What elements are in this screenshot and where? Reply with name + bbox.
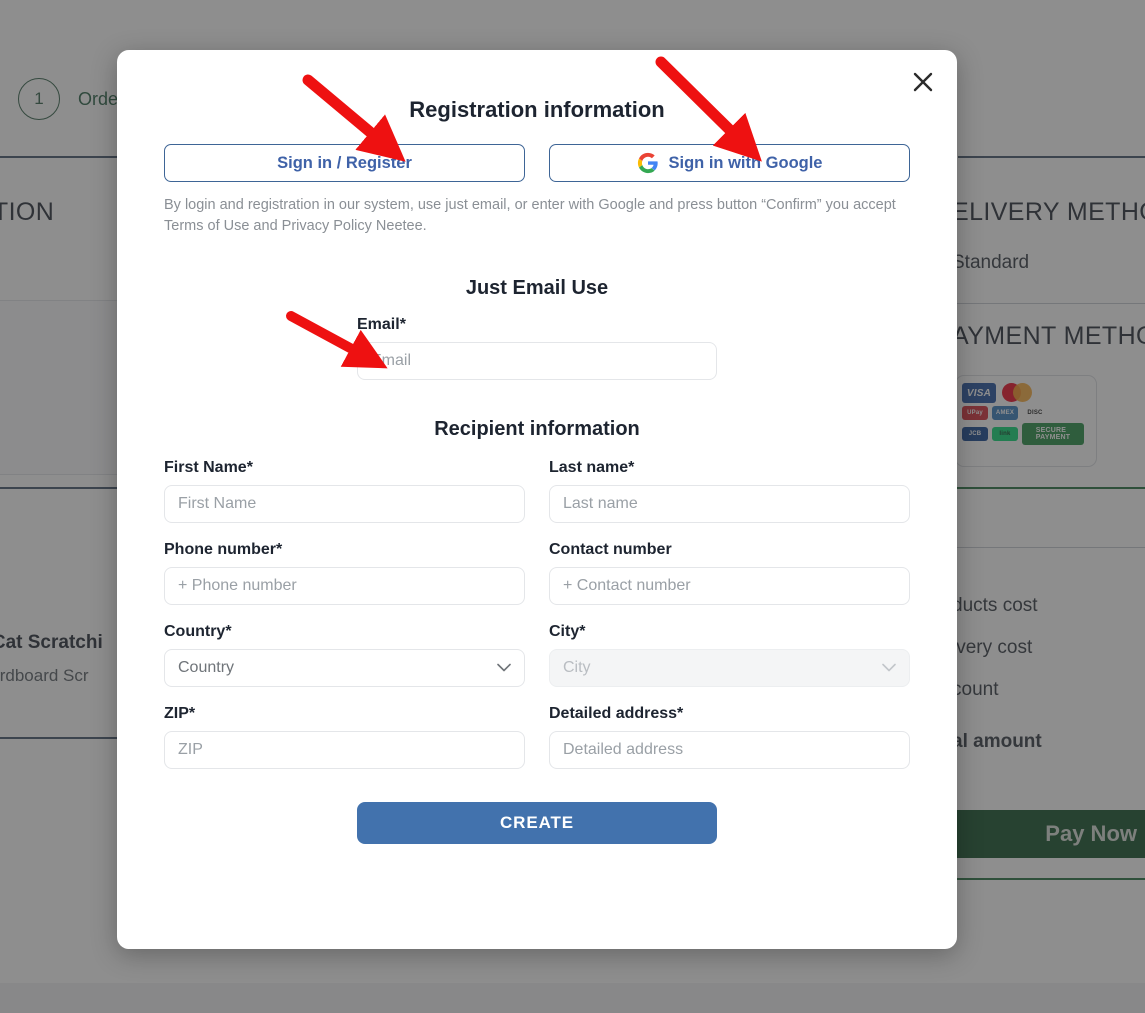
first-name-label: First Name* <box>164 459 253 477</box>
first-name-input[interactable] <box>164 485 525 524</box>
sign-in-register-button[interactable]: Sign in / Register <box>164 144 525 182</box>
last-name-input[interactable] <box>549 485 910 524</box>
detailed-address-input[interactable] <box>549 731 910 770</box>
field-group-first-name: First Name* <box>164 459 525 524</box>
field-group-contact-number: Contact number <box>549 541 910 606</box>
city-select[interactable]: City <box>549 649 910 688</box>
sign-in-with-google-label: Sign in with Google <box>668 153 823 172</box>
country-label: Country* <box>164 623 232 641</box>
field-group-city: City* City <box>549 623 910 688</box>
email-label: Email* <box>357 316 406 334</box>
contact-number-input[interactable] <box>549 567 910 606</box>
create-button[interactable]: CREATE <box>357 802 717 845</box>
recipient-information-title: Recipient information <box>434 418 640 441</box>
phone-number-input[interactable] <box>164 567 525 606</box>
city-select-value: City <box>563 659 591 677</box>
zip-input[interactable] <box>164 731 525 770</box>
sign-in-register-label: Sign in / Register <box>277 153 412 172</box>
phone-number-label: Phone number* <box>164 541 283 559</box>
email-input[interactable] <box>357 342 717 381</box>
field-group-country: Country* Country <box>164 623 525 688</box>
auth-buttons-row: Sign in / Register Sign in with Google <box>117 144 957 182</box>
country-select-value: Country <box>178 659 235 677</box>
modal-title: Registration information <box>409 97 665 122</box>
city-label: City* <box>549 623 586 641</box>
contact-number-label: Contact number <box>549 541 672 559</box>
field-group-detailed-address: Detailed address* <box>549 705 910 770</box>
field-group-last-name: Last name* <box>549 459 910 524</box>
registration-modal: Registration information Sign in / Regis… <box>117 50 957 949</box>
field-group-zip: ZIP* <box>164 705 525 770</box>
just-email-use-title: Just Email Use <box>465 277 609 300</box>
sign-in-with-google-button[interactable]: Sign in with Google <box>549 144 910 182</box>
create-button-row: CREATE <box>117 802 957 845</box>
last-name-label: Last name* <box>549 459 635 477</box>
zip-label: ZIP* <box>164 705 196 723</box>
close-icon[interactable] <box>903 62 943 102</box>
email-field-group: Email* <box>357 316 717 381</box>
country-select[interactable]: Country <box>164 649 525 688</box>
registration-disclaimer: By login and registration in our system,… <box>164 197 896 235</box>
google-g-icon <box>637 152 659 174</box>
recipient-fields-grid: First Name* Last name* Phone number* Con… <box>117 459 957 770</box>
detailed-address-label: Detailed address* <box>549 705 684 723</box>
field-group-phone-number: Phone number* <box>164 541 525 606</box>
